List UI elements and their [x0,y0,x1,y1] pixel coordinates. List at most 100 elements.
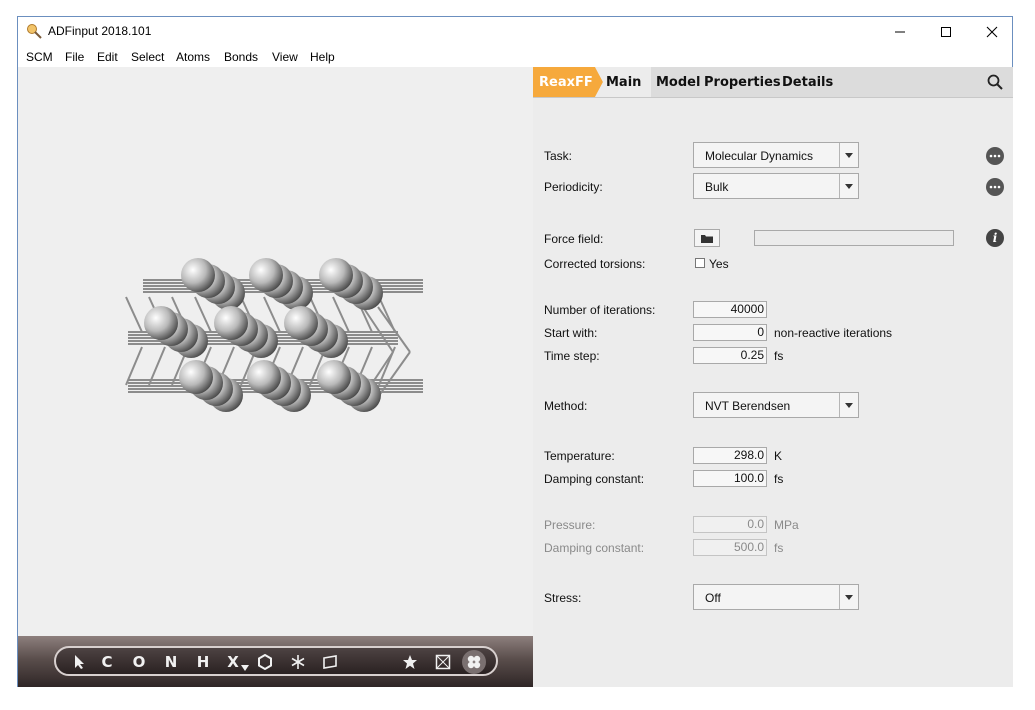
stress-select[interactable]: Off [693,584,859,610]
info-icon[interactable]: i [986,229,1004,247]
time-step-label: Time step: [544,349,600,363]
temperature-unit: K [774,449,783,463]
freeze-button[interactable] [289,651,307,673]
start-with-unit: non-reactive iterations [774,326,893,340]
plane-button[interactable] [321,651,339,673]
corrected-torsions-checkbox[interactable] [695,258,705,268]
close-button[interactable] [969,17,1015,47]
title-bar: ADFinput 2018.101 [18,17,1012,47]
pressure-damping-input: 500.0 [693,539,767,556]
star-icon [403,655,417,669]
display-mode-button[interactable] [462,650,486,674]
atom[interactable] [247,360,281,394]
cell-icon [435,654,451,670]
menu-view[interactable]: View [272,50,298,64]
molecule-structure[interactable] [18,67,533,636]
panel-tabs: ReaxFF Main Model Properties Details [533,67,1013,98]
iterations-input[interactable]: 40000 [693,301,767,318]
menu-atoms[interactable]: Atoms [176,50,210,64]
force-field-path-input[interactable] [754,230,954,246]
settings-panel: ReaxFF Main Model Properties Details Tas… [533,67,1013,687]
iterations-label: Number of iterations: [544,303,656,317]
atom[interactable] [319,258,353,292]
damping-constant-unit: fs [774,472,784,486]
atom[interactable] [179,360,213,394]
menu-bar: SCM File Edit Select Atoms Bonds View He… [18,47,1012,67]
method-label: Method: [544,399,588,413]
atom[interactable] [181,258,215,292]
task-select[interactable]: Molecular Dynamics [693,142,859,168]
menu-edit[interactable]: Edit [97,50,118,64]
window-title: ADFinput 2018.101 [48,24,152,38]
tab-model[interactable]: Model [656,75,700,90]
atom[interactable] [249,258,283,292]
tab-details[interactable]: Details [782,75,833,90]
favorite-button[interactable] [401,651,419,673]
damping-constant-label: Damping constant: [544,472,645,486]
menu-bonds[interactable]: Bonds [224,50,258,64]
dropdown-arrow-icon [839,585,858,609]
method-select[interactable]: NVT Berendsen [693,392,859,418]
dropdown-arrow-icon [839,143,858,167]
start-with-label: Start with: [544,326,598,340]
other-element-button[interactable]: X [224,651,242,673]
ellipsis-icon [989,154,1001,158]
damping-constant-input[interactable]: 100.0 [693,470,767,487]
force-field-label: Force field: [544,232,604,246]
folder-icon [701,234,713,243]
bond [125,296,143,333]
bottom-toolbar: C O N H X [18,636,533,687]
pressure-damping-label: Damping constant: [544,541,645,555]
atoms-icon [467,655,481,669]
hydrogen-button[interactable]: H [194,651,212,673]
pressure-unit: MPa [774,518,799,532]
atom[interactable] [317,360,351,394]
periodicity-options-button[interactable] [986,178,1004,196]
start-with-input[interactable]: 0 [693,324,767,341]
ring-button[interactable] [256,651,274,673]
pressure-damping-unit: fs [774,541,784,555]
minimize-button[interactable] [877,17,923,47]
menu-select[interactable]: Select [131,50,164,64]
menu-file[interactable]: File [65,50,84,64]
close-icon [986,26,998,38]
app-window: ADFinput 2018.101 SCM File Edit Select A… [17,16,1013,687]
nitrogen-button[interactable]: N [162,651,180,673]
menu-help[interactable]: Help [310,50,335,64]
pressure-input: 0.0 [693,516,767,533]
atom[interactable] [284,306,318,340]
task-label: Task: [544,149,573,163]
bond [362,306,394,353]
periodicity-select[interactable]: Bulk [693,173,859,199]
temperature-input[interactable]: 298.0 [693,447,767,464]
temperature-label: Temperature: [544,449,615,463]
oxygen-button[interactable]: O [130,651,148,673]
maximize-icon [941,27,951,37]
tab-reaxff[interactable]: ReaxFF [539,75,593,90]
dropdown-arrow-icon [839,393,858,417]
select-tool-button[interactable] [70,651,88,673]
maximize-button[interactable] [923,17,969,47]
menu-scm[interactable]: SCM [26,50,53,64]
stress-label: Stress: [544,591,582,605]
dropdown-arrow-icon [839,174,858,198]
corrected-torsions-option: Yes [709,257,729,271]
snowflake-icon [291,655,305,669]
atom[interactable] [144,306,178,340]
time-step-unit: fs [774,349,784,363]
task-options-button[interactable] [986,147,1004,165]
carbon-button[interactable]: C [98,651,116,673]
minimize-icon [895,31,905,33]
search-icon[interactable] [987,74,1003,90]
browse-force-field-button[interactable] [694,229,720,247]
cell-button[interactable] [434,651,452,673]
adf-app-icon [27,24,42,39]
chevron-down-icon [241,665,249,671]
molecule-viewport[interactable] [18,67,533,636]
tab-properties[interactable]: Properties [704,75,781,90]
method-value: NVT Berendsen [705,399,791,413]
corrected-torsions-label: Corrected torsions: [544,257,646,271]
atom[interactable] [214,306,248,340]
time-step-input[interactable]: 0.25 [693,347,767,364]
tab-main[interactable]: Main [606,75,641,90]
